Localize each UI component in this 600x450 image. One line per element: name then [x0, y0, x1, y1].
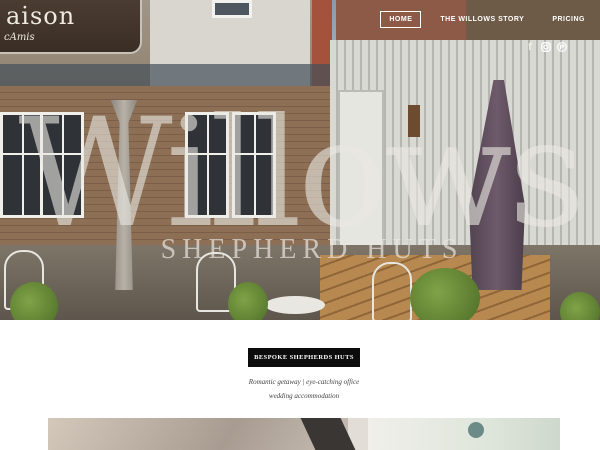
interior-photo-window	[368, 418, 560, 450]
shop-sign-subtext: cAmis	[4, 32, 35, 43]
pinterest-icon[interactable]: P	[557, 42, 567, 54]
facebook-icon[interactable]: f	[525, 42, 535, 54]
hero-plant	[410, 268, 480, 320]
hero-shop-sign: aison cAmis	[0, 0, 142, 54]
nav-home[interactable]: HOME	[380, 11, 422, 28]
tagline-line-2: wedding accommodation	[268, 392, 340, 400]
social-links: f P	[525, 42, 567, 54]
nav-pricing[interactable]: PRICING	[543, 11, 594, 28]
hero-hut-window	[408, 105, 420, 137]
bespoke-huts-button[interactable]: BESPOKE SHEPHERDS HUTS	[248, 348, 360, 367]
hero-plant	[228, 282, 268, 320]
instagram-icon[interactable]	[541, 42, 551, 54]
hero-window	[232, 112, 276, 218]
tagline-line-1: Romantic getaway | eye-catching office	[248, 378, 360, 386]
hero-table	[265, 296, 325, 314]
hero-ledge	[0, 64, 330, 86]
hero-window	[0, 112, 44, 218]
hero-chair	[372, 262, 412, 320]
shop-sign-text: aison	[6, 2, 76, 30]
hero-upper-window	[212, 0, 252, 18]
nav-the-willows-story[interactable]: THE WILLOWS STORY	[431, 11, 533, 28]
hero-section: aison cAmis Willows SHEPHERD HUTS HOME T…	[0, 0, 600, 320]
hero-window	[185, 112, 229, 218]
hero-window	[40, 112, 84, 218]
interior-photo-ornament	[468, 422, 484, 438]
top-nav: HOME THE WILLOWS STORY PRICING	[380, 11, 594, 28]
svg-text:P: P	[559, 44, 564, 52]
hero-hut-door	[338, 90, 384, 250]
interior-photo	[48, 418, 560, 450]
